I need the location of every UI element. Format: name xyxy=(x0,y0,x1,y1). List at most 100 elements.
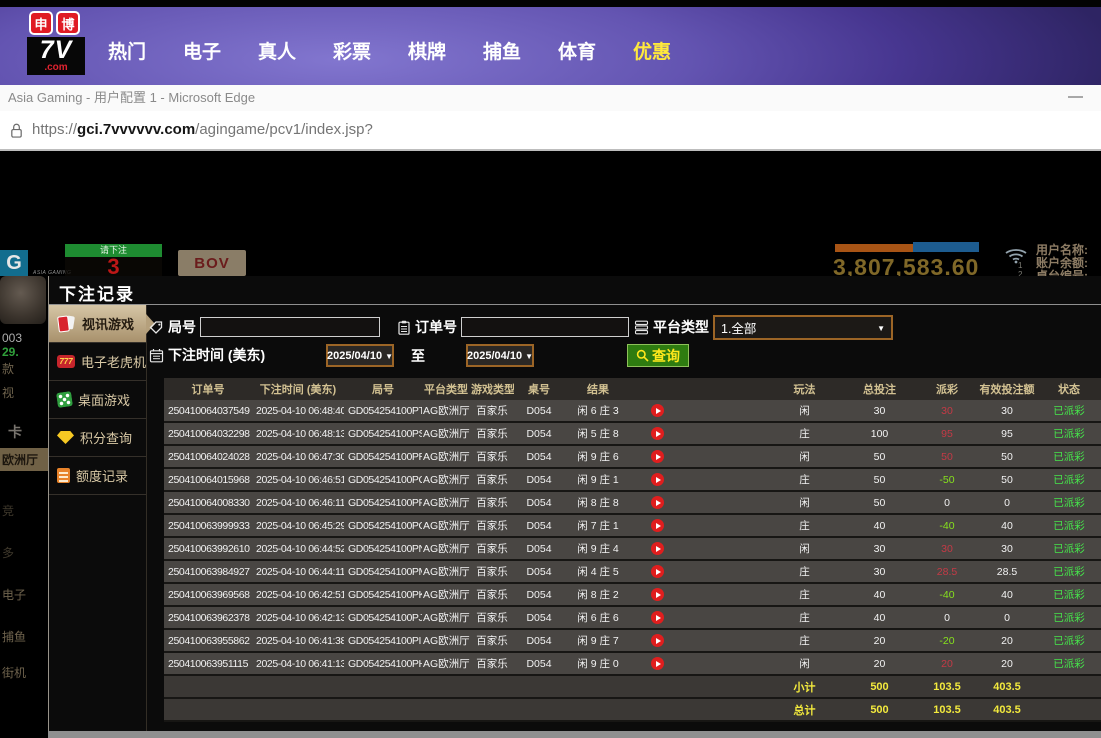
sidebar-item-label: 桌面游戏 xyxy=(78,390,130,409)
cell-valid_bet: 50 xyxy=(977,445,1037,468)
grand-total-row: 总计500103.5403.5 xyxy=(164,698,1101,721)
cell-time xyxy=(252,698,344,721)
nav-item-4[interactable]: 彩票 xyxy=(333,37,371,64)
cell-game: 百家乐 xyxy=(470,606,514,629)
table-row: 2504100639623782025-04-10 06:42:13GD0542… xyxy=(164,606,1101,629)
nav-item-5[interactable]: 棋牌 xyxy=(408,37,446,64)
cell-play xyxy=(632,560,682,583)
bet-records-table: 订单号下注时间 (美东)局号平台类型游戏类型桌号结果玩法总投注派彩有效投注额状态… xyxy=(164,378,1101,722)
replay-play-icon[interactable] xyxy=(651,634,664,647)
cell-game: 百家乐 xyxy=(470,445,514,468)
cell-order: 250410064008330 xyxy=(164,491,252,514)
background-fragment: 29. xyxy=(2,345,19,359)
cell-total_bet: 40 xyxy=(842,606,917,629)
cell-game: 百家乐 xyxy=(470,468,514,491)
sidebar-item-video-games[interactable]: 视讯游戏 xyxy=(49,305,146,343)
cell-valid_bet: 403.5 xyxy=(977,675,1037,698)
replay-play-icon[interactable] xyxy=(651,427,664,440)
sidebar-item-slots[interactable]: 777电子老虎机 xyxy=(49,343,146,381)
nav-menu: 热门 电子 真人 彩票 棋牌 捕鱼 体育 优惠 xyxy=(108,37,671,64)
cell-result: 闲 8 庄 2 xyxy=(564,583,632,606)
round-input[interactable] xyxy=(200,317,380,337)
nav-item-6[interactable]: 捕鱼 xyxy=(483,37,521,64)
date-to-select[interactable]: 2025/04/10 xyxy=(466,344,534,367)
nav-item-3[interactable]: 真人 xyxy=(258,37,296,64)
logo-badge: 博 xyxy=(56,11,80,35)
site-nav: 申 博 7V .com 热门 电子 真人 彩票 棋牌 捕鱼 体育 优惠 xyxy=(0,0,1101,85)
search-button-label: 查询 xyxy=(652,346,680,366)
cell-game: 百家乐 xyxy=(470,560,514,583)
cell-total_bet: 500 xyxy=(842,698,917,721)
replay-play-icon[interactable] xyxy=(651,519,664,532)
cell-time: 2025-04-10 06:48:40 xyxy=(252,400,344,422)
replay-play-icon[interactable] xyxy=(651,473,664,486)
url-text[interactable]: https://gci.7vvvvvv.com/agingame/pcv1/in… xyxy=(32,111,373,149)
order-input[interactable] xyxy=(461,317,629,337)
sidebar-item-label: 电子老虎机 xyxy=(81,352,146,371)
replay-play-icon[interactable] xyxy=(651,611,664,624)
cell-time: 2025-04-10 06:42:51 xyxy=(252,583,344,606)
caret-down-icon xyxy=(525,350,533,362)
nav-item-2[interactable]: 电子 xyxy=(183,37,221,64)
cell-valid_bet: 0 xyxy=(977,491,1037,514)
date-to-value: 2025/04/10 xyxy=(467,350,522,362)
edge-titlebar: Asia Gaming - 用户配置 1 - Microsoft Edge — xyxy=(0,85,1101,112)
platform-select[interactable]: 1.全部 xyxy=(713,315,893,340)
replay-play-icon[interactable] xyxy=(651,565,664,578)
cell-spacer xyxy=(682,468,767,491)
date-from-select[interactable]: 2025/04/10 xyxy=(326,344,394,367)
replay-play-icon[interactable] xyxy=(651,542,664,555)
lock-icon[interactable] xyxy=(9,122,24,139)
cell-time: 2025-04-10 06:44:52 xyxy=(252,537,344,560)
site-logo[interactable]: 申 博 7V .com xyxy=(27,11,87,75)
cell-order xyxy=(164,675,252,698)
cell-total_bet: 50 xyxy=(842,445,917,468)
title-divider xyxy=(49,304,1101,305)
calendar-icon xyxy=(149,348,164,363)
platform-select-value: 1.全部 xyxy=(721,318,756,337)
cell-round: GD054254100PH xyxy=(344,652,422,675)
replay-play-icon[interactable] xyxy=(651,657,664,670)
bet-records-modal: 下注记录 视讯游戏777电子老虎机桌面游戏积分查询额度记录 局号 订单号 平台类… xyxy=(48,276,1101,731)
cell-table: D054 xyxy=(514,491,564,514)
cell-spacer xyxy=(682,491,767,514)
background-fragment: 003 xyxy=(2,331,22,345)
nav-item-7[interactable]: 体育 xyxy=(558,37,596,64)
cell-valid_bet: 40 xyxy=(977,514,1037,537)
replay-play-icon[interactable] xyxy=(651,404,664,417)
sidebar-item-table-games[interactable]: 桌面游戏 xyxy=(49,381,146,419)
cell-result: 闲 9 庄 6 xyxy=(564,445,632,468)
table-row: 2504100640159682025-04-10 06:46:51GD0542… xyxy=(164,468,1101,491)
cell-result: 闲 6 庄 6 xyxy=(564,606,632,629)
header-order: 订单号 xyxy=(164,378,252,400)
cell-payout: 95 xyxy=(917,422,977,445)
subtotal-row: 小计500103.5403.5 xyxy=(164,675,1101,698)
sidebar-item-points-query[interactable]: 积分查询 xyxy=(49,419,146,457)
cell-platform: AG欧洲厅 xyxy=(422,560,470,583)
minimize-button[interactable]: — xyxy=(1068,85,1083,109)
replay-play-icon[interactable] xyxy=(651,588,664,601)
nav-item-8[interactable]: 优惠 xyxy=(633,37,671,64)
cell-valid_bet: 403.5 xyxy=(977,698,1037,721)
cell-status: 已派彩 xyxy=(1037,468,1101,491)
cell-round xyxy=(344,675,422,698)
cell-result: 闲 9 庄 7 xyxy=(564,629,632,652)
replay-play-icon[interactable] xyxy=(651,450,664,463)
nav-item-1[interactable]: 热门 xyxy=(108,37,146,64)
replay-play-icon[interactable] xyxy=(651,496,664,509)
cell-table: D054 xyxy=(514,583,564,606)
document-icon xyxy=(57,468,70,483)
cell-round: GD054254100PT xyxy=(344,400,422,422)
caret-down-icon xyxy=(385,350,393,362)
cell-table: D054 xyxy=(514,422,564,445)
cell-result: 闲 9 庄 0 xyxy=(564,652,632,675)
cell-order: 250410063984927 xyxy=(164,560,252,583)
search-button[interactable]: 查询 xyxy=(627,344,689,367)
header-payout: 派彩 xyxy=(917,378,977,400)
header-status: 状态 xyxy=(1037,378,1101,400)
cell-table: D054 xyxy=(514,629,564,652)
cell-platform: AG欧洲厅 xyxy=(422,606,470,629)
cell-bet_type: 庄 xyxy=(767,583,842,606)
cell-bet_type: 总计 xyxy=(767,698,842,721)
sidebar-item-credit-records[interactable]: 额度记录 xyxy=(49,457,146,495)
